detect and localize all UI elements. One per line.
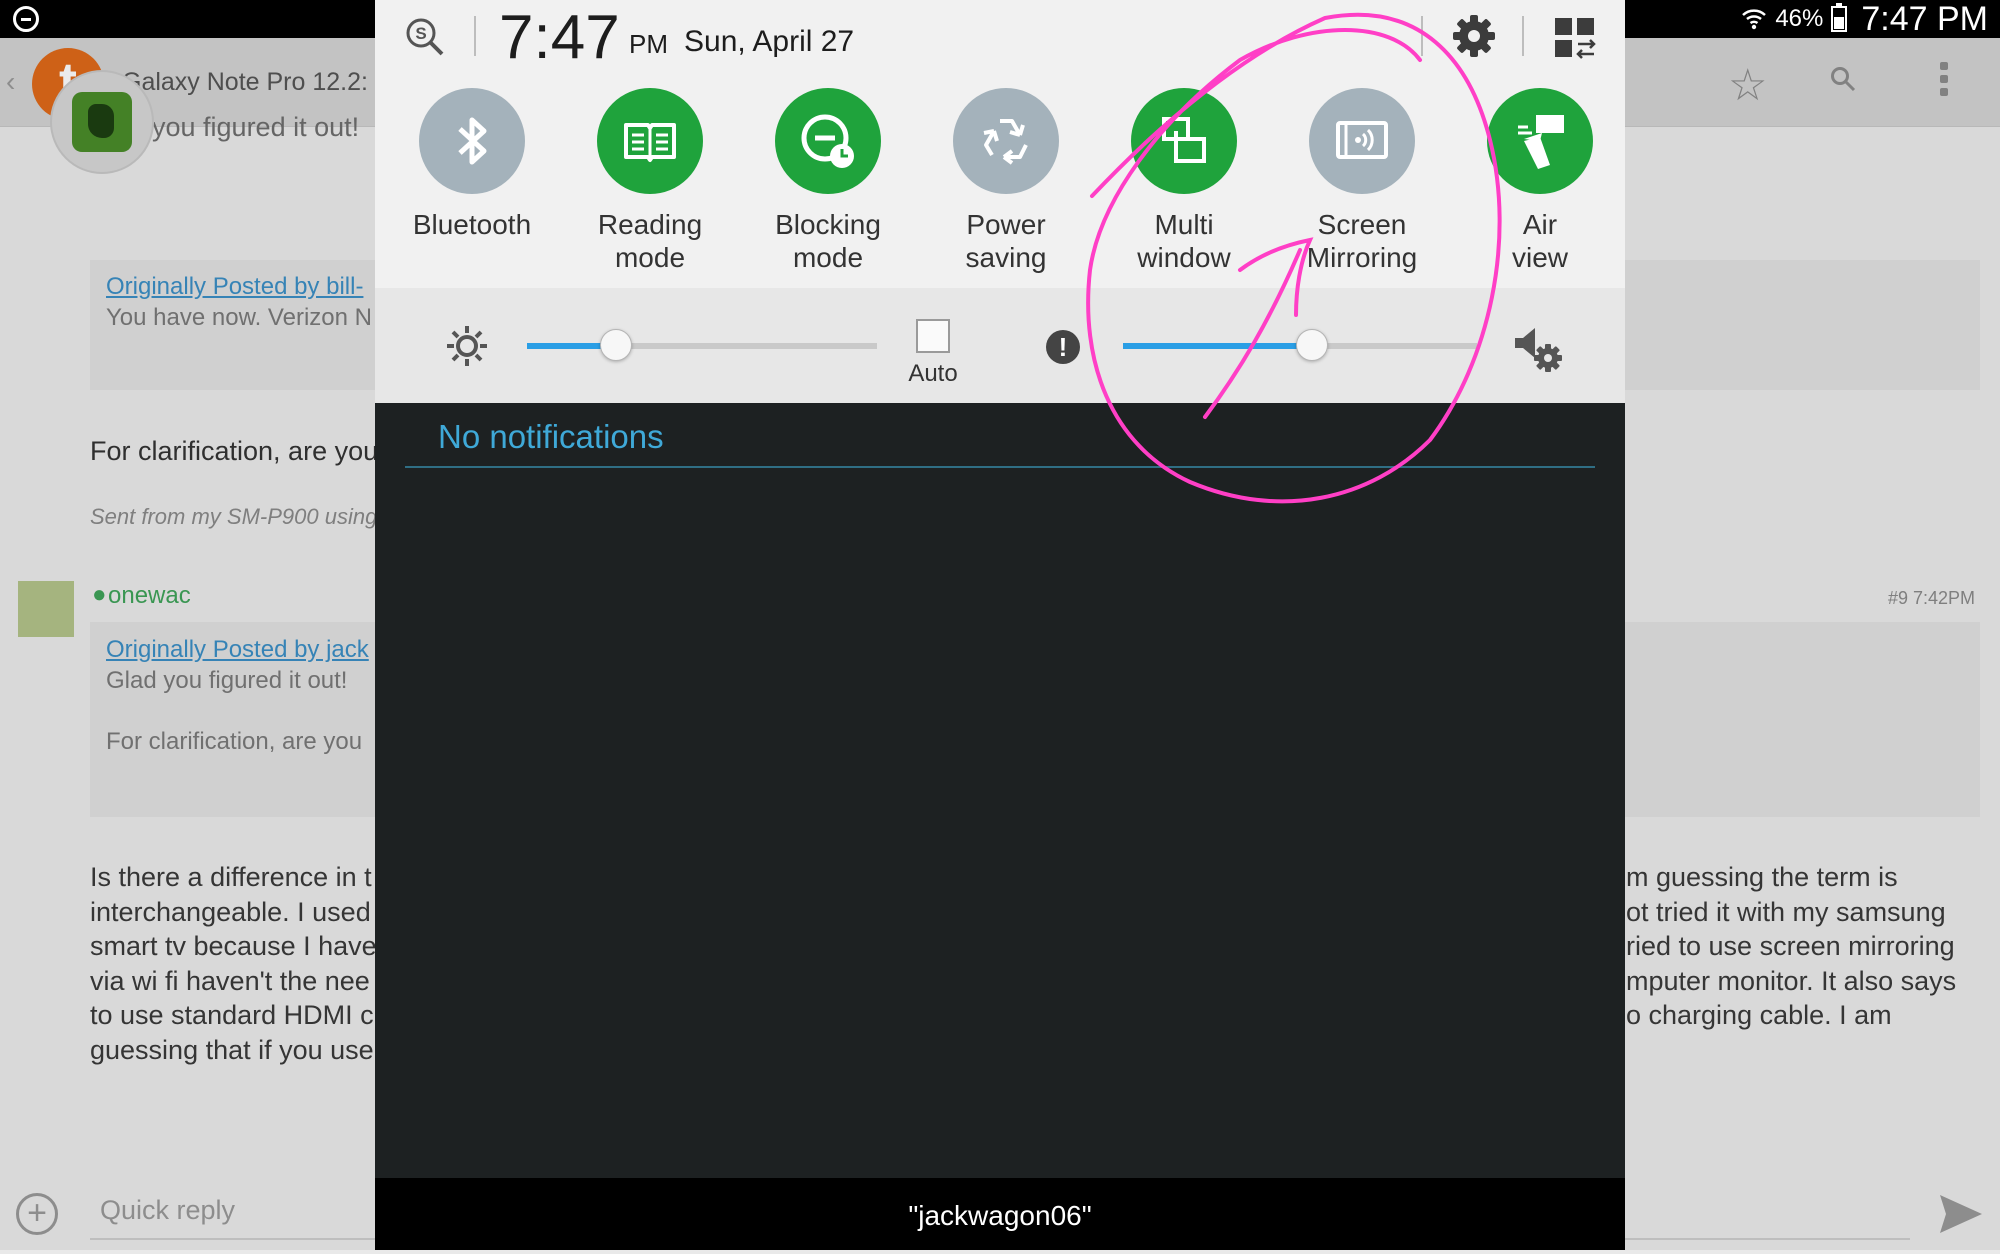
brightness-volume-row: Auto !: [375, 288, 1625, 403]
carrier-label: "jackwagon06": [375, 1178, 1625, 1250]
toggle-label: Blocking mode: [775, 209, 881, 273]
notification-list: No notifications: [375, 403, 1625, 1178]
toggle-label: Reading mode: [597, 209, 703, 273]
battery-percent: 46%: [1775, 5, 1824, 32]
s-finder-icon[interactable]: S: [405, 17, 445, 57]
multi-window-icon: [1131, 88, 1237, 194]
toggle-blocking-mode[interactable]: Blocking mode: [748, 88, 908, 274]
sound-settings-icon[interactable]: [1513, 324, 1565, 374]
no-notifications-label: No notifications: [438, 418, 664, 455]
recycle-icon: [953, 88, 1059, 194]
status-clock: 7:47 PM: [1861, 0, 1988, 38]
do-not-disturb-icon: [13, 6, 39, 32]
divider: [1421, 16, 1423, 56]
notification-divider: [405, 466, 1595, 468]
quick-panel-header: S 7:47 PM Sun, April 27: [375, 0, 1625, 78]
toggle-power-saving[interactable]: Power saving: [926, 88, 1086, 274]
toggle-reading-mode[interactable]: Reading mode: [570, 88, 730, 274]
divider: [474, 16, 476, 56]
toggle-bluetooth[interactable]: Bluetooth: [392, 88, 552, 241]
edit-quick-settings-icon[interactable]: [1553, 16, 1597, 60]
divider: [1522, 16, 1524, 56]
book-icon: [597, 88, 703, 194]
toggle-label: Power saving: [965, 209, 1047, 273]
quick-settings-panel: S 7:47 PM Sun, April 27 Bluetooth Readin…: [375, 0, 1625, 403]
brightness-slider-handle[interactable]: [599, 329, 632, 361]
toggle-screen-mirroring[interactable]: Screen Mirroring: [1282, 88, 1442, 274]
toggle-label: Multi window: [1137, 209, 1231, 273]
volume-slider-fill: [1123, 343, 1311, 349]
brightness-slider[interactable]: [527, 329, 877, 361]
toggle-multi-window[interactable]: Multi window: [1104, 88, 1264, 274]
svg-text:S: S: [415, 24, 426, 43]
panel-ampm: PM: [629, 29, 668, 59]
toggle-label: Air view: [1511, 209, 1568, 273]
volume-slider[interactable]: [1123, 329, 1477, 361]
volume-slider-handle[interactable]: [1295, 329, 1328, 361]
screen-mirroring-icon: [1309, 88, 1415, 194]
panel-clock: 7:47: [499, 3, 620, 72]
toggle-label: Bluetooth: [412, 209, 532, 240]
settings-gear-icon[interactable]: [1450, 12, 1498, 60]
blocking-icon: [775, 88, 881, 194]
toggle-air-view[interactable]: Air view: [1460, 88, 1620, 274]
auto-brightness-label: Auto: [908, 360, 958, 387]
brightness-icon: [447, 326, 487, 366]
toggle-label: Screen Mirroring: [1306, 209, 1418, 273]
panel-date[interactable]: Sun, April 27: [684, 25, 854, 59]
bluetooth-icon: [419, 88, 525, 194]
wifi-icon: [1742, 9, 1767, 30]
auto-brightness-checkbox[interactable]: [916, 319, 950, 353]
battery-icon: [1831, 3, 1848, 32]
notification-volume-icon: !: [1046, 330, 1080, 364]
air-view-icon: [1487, 88, 1593, 194]
notification-panel: S 7:47 PM Sun, April 27 Bluetooth Readin…: [375, 0, 1625, 1250]
